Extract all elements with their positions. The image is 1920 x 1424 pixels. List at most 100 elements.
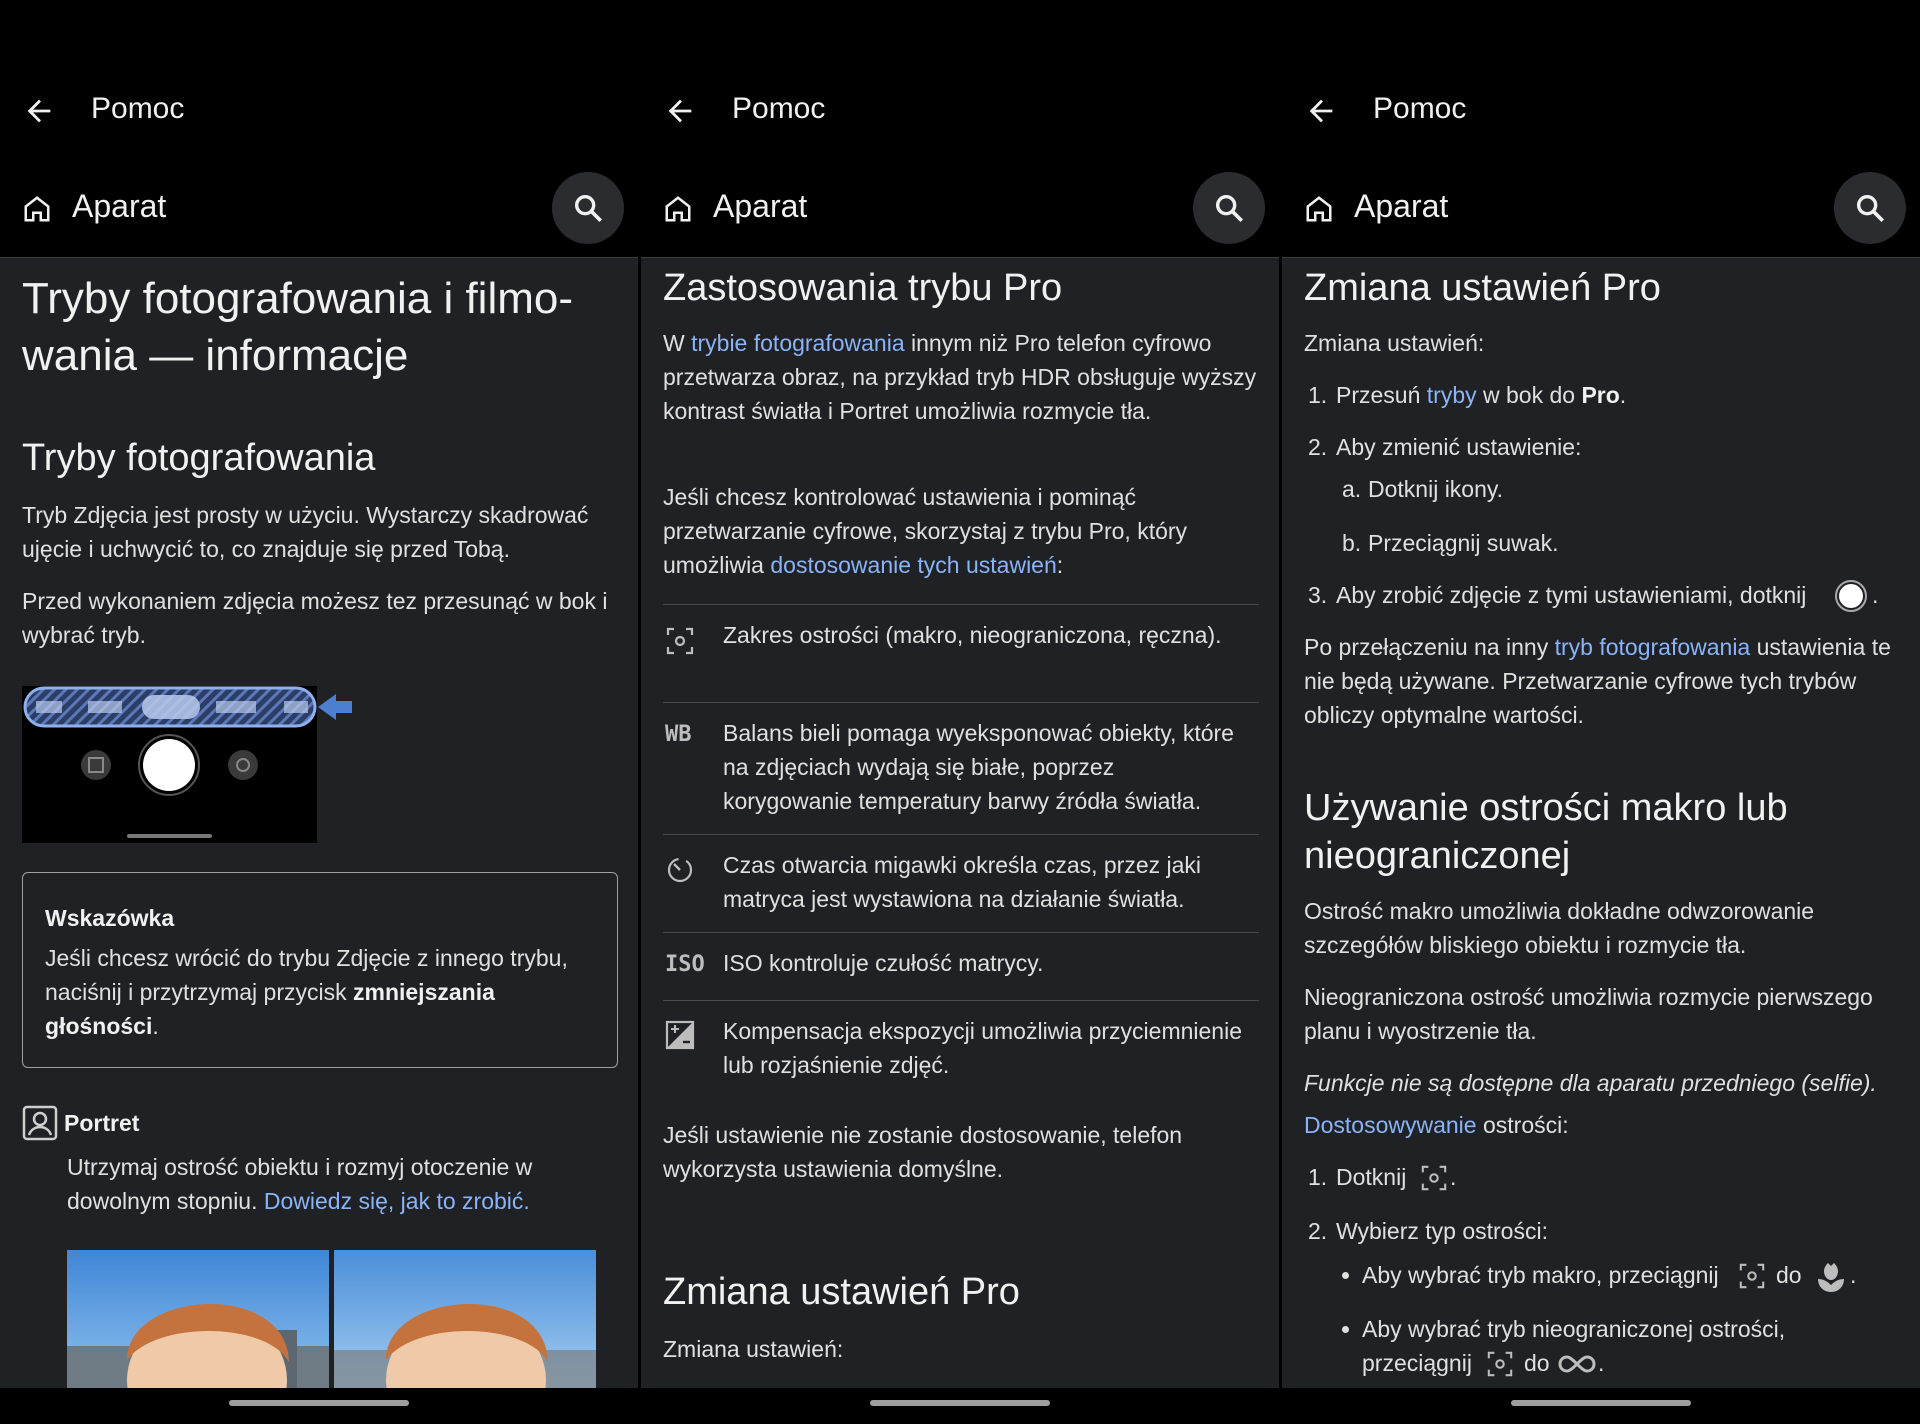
help-panel-2: Pomoc Aparat Zastosowania trybu Pro W tr… (641, 0, 1279, 1424)
help-panel-3: Pomoc Aparat Zmiana ustawień Pro Zmiana … (1282, 0, 1920, 1424)
step-text: Dotknij (1336, 1164, 1407, 1190)
system-nav-bar (641, 1388, 1279, 1424)
back-arrow-icon[interactable] (1304, 94, 1338, 128)
home-indicator[interactable] (229, 1400, 409, 1406)
breadcrumb[interactable]: Aparat (1354, 188, 1448, 225)
focus-icon (1421, 1165, 1447, 1191)
paragraph: Po przełączeniu na inny tryb fotografowa… (1304, 630, 1904, 732)
step-number: a. (1342, 476, 1362, 502)
page-title: Pomoc (732, 92, 826, 125)
home-indicator[interactable] (1511, 1400, 1691, 1406)
top-app-bar: Pomoc Aparat (641, 0, 1279, 258)
step-number: 3. (1308, 582, 1328, 608)
iso-icon: ISO (665, 952, 705, 977)
bullet (1342, 1272, 1349, 1279)
text-part: do (1776, 1262, 1802, 1288)
feature-text: ISO kontroluje czułość matrycy. (723, 950, 1044, 976)
macro-flower-icon (1818, 1263, 1844, 1292)
paragraph: Przed wykonaniem zdjęcia możesz tez prze… (22, 588, 608, 648)
step-text: Aby zmienić ustawienie: (1336, 434, 1582, 460)
bullet (1342, 1326, 1349, 1333)
text-part: W (663, 330, 692, 356)
home-indicator[interactable] (870, 1400, 1050, 1406)
paragraph: Zmiana ustawień: (1304, 330, 1485, 356)
adjust-settings-link[interactable]: dostosowanie tych ustawień (770, 552, 1056, 578)
help-panel-1: Pomoc Aparat Tryby fotografowania i film… (0, 0, 638, 1424)
step-number: 2. (1308, 1218, 1328, 1244)
search-button[interactable] (552, 172, 624, 244)
breadcrumb[interactable]: Aparat (72, 188, 166, 225)
photo-mode-link[interactable]: tryb fotografowania (1555, 634, 1751, 660)
text-part: Po przełączeniu na inny (1304, 634, 1555, 660)
search-icon (574, 194, 603, 223)
text-part: : (1056, 552, 1064, 578)
section-title: Zmiana ustawień Pro (663, 1271, 1020, 1313)
back-arrow-icon[interactable] (663, 94, 697, 128)
back-arrow-icon[interactable] (22, 94, 56, 128)
step-number: b. (1342, 530, 1362, 556)
portrait-label: Portret (64, 1110, 140, 1136)
portrait-icon (22, 1105, 58, 1141)
feature-text: Kompensacja ekspozycji umożliwia przycie… (723, 1018, 1242, 1078)
system-nav-bar (0, 1388, 638, 1424)
home-icon[interactable] (1304, 194, 1334, 224)
text-part: . (1598, 1350, 1605, 1376)
feature-text: Czas otwarcia migawki określa czas, prze… (723, 852, 1202, 912)
focus-icon (666, 627, 694, 655)
home-icon[interactable] (22, 194, 52, 224)
divider (663, 604, 1259, 605)
search-button[interactable] (1834, 172, 1906, 244)
portrait-photo-image (67, 1250, 329, 1388)
step-number: 1. (1308, 1164, 1328, 1190)
paragraph: Ostrość makro umożliwia dokładne odwzoro… (1304, 898, 1815, 958)
text-part: . (1619, 382, 1627, 408)
home-icon[interactable] (663, 194, 693, 224)
photo-mode-link[interactable]: trybie fotografowania (691, 330, 905, 356)
top-app-bar: Pomoc Aparat (0, 0, 638, 258)
tip-box: Wskazówka Jeśli chcesz wrócić do trybu Z… (22, 872, 618, 1068)
camera-mode-illustration (22, 686, 352, 843)
article-content: Zastosowania trybu Pro W trybie fotograf… (641, 258, 1279, 1388)
paragraph: Zmiana ustawień: (663, 1336, 844, 1362)
shutter-button-icon (1835, 580, 1867, 612)
modes-link[interactable]: tryby (1427, 382, 1477, 408)
step-text: Dotknij ikony. (1368, 476, 1504, 502)
white-balance-icon: WB (665, 722, 692, 747)
article-title-line: Tryby fotografowania i filmo- (22, 274, 574, 323)
portrait-photo-image (334, 1250, 596, 1388)
paragraph: Nieograniczona ostrość umożliwia rozmyci… (1304, 984, 1873, 1044)
adjust-focus-link[interactable]: Dostosowywanie (1304, 1112, 1477, 1138)
step-number: 1. (1308, 382, 1328, 408)
paragraph: Jeśli ustawienie nie zostanie dostosowan… (663, 1122, 1183, 1182)
shutter-speed-icon (667, 857, 693, 883)
breadcrumb[interactable]: Aparat (713, 188, 807, 225)
divider (663, 932, 1259, 933)
section-title: Tryby fotografowania (22, 437, 376, 479)
infinity-icon (1558, 1355, 1596, 1373)
portrait-text: Utrzymaj ostrość obiektu i rozmyj otocze… (67, 1150, 617, 1218)
article-title: Tryby fotografowania i filmo- wania — in… (22, 270, 622, 384)
article-content: Zmiana ustawień Pro Zmiana ustawień: 1. … (1282, 258, 1920, 1388)
portrait-example-photo-after (334, 1250, 596, 1388)
text-part: do (1524, 1350, 1550, 1376)
tip-title: Wskazówka (45, 905, 175, 931)
paragraph: Jeśli chcesz kontrolować ustawienia i po… (663, 480, 1263, 582)
search-button[interactable] (1193, 172, 1265, 244)
paragraph: Tryb Zdjęcia jest prosty w użyciu. Wysta… (22, 502, 589, 562)
text-part: . (1450, 1164, 1457, 1190)
step-text: Wybierz typ ostrości: (1336, 1218, 1548, 1244)
page-title: Pomoc (1373, 92, 1467, 125)
text-part: . (1872, 582, 1879, 608)
divider (663, 1000, 1259, 1001)
feature-text: Zakres ostrości (makro, nieograniczona, … (723, 622, 1222, 648)
top-app-bar: Pomoc Aparat (1282, 0, 1920, 258)
paragraph: W trybie fotografowania innym niż Pro te… (663, 326, 1263, 428)
feature-text: Balans bieli pomaga wyeksponować obiekty… (723, 720, 1234, 814)
bullet-text: Aby wybrać tryb makro, przeciągnij (1362, 1262, 1719, 1288)
text-part: ostrości: (1476, 1112, 1569, 1138)
learn-how-link[interactable]: Dowiedz się, jak to zrobić. (264, 1188, 530, 1214)
section-title: Zastosowania trybu Pro (663, 267, 1063, 309)
text-bold: Pro (1581, 382, 1620, 408)
divider (663, 702, 1259, 703)
tip-text: Jeśli chcesz wrócić do trybu Zdjęcie z i… (45, 941, 605, 1043)
